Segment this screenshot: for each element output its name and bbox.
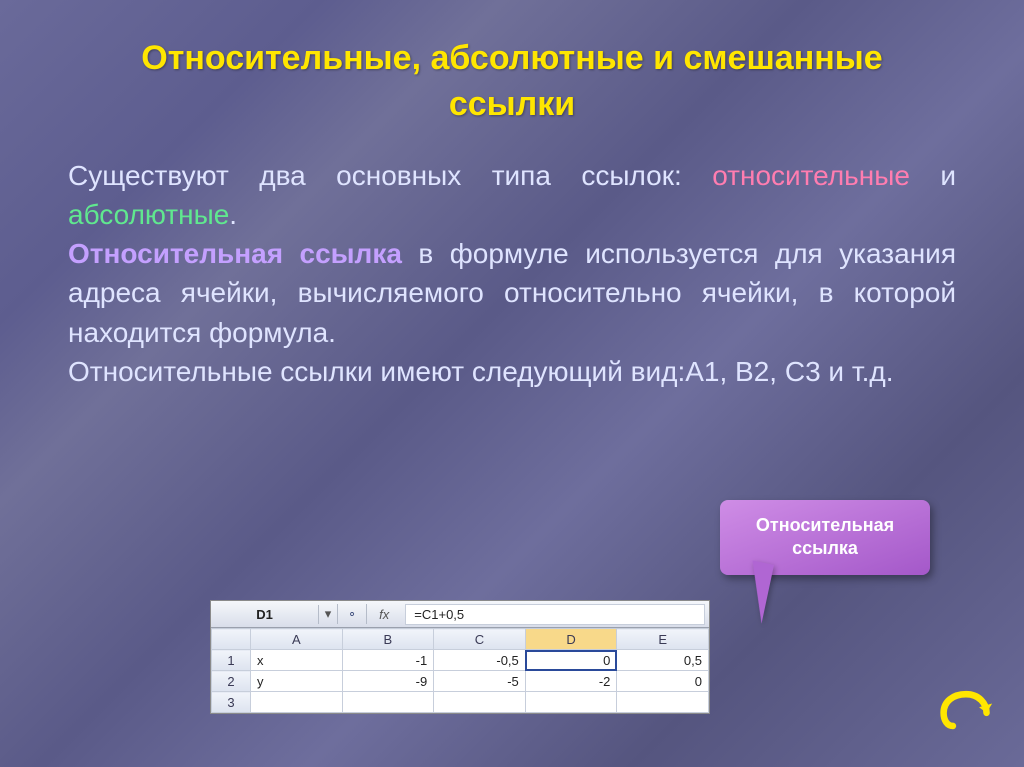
title-line-2: ссылки [449,85,575,123]
cell[interactable]: 0,5 [617,650,709,671]
cell[interactable]: -2 [525,671,617,692]
col-header-B[interactable]: B [342,629,434,650]
row-header[interactable]: 1 [212,650,251,671]
p1-mid: и [910,160,956,191]
col-header-A[interactable]: A [251,629,343,650]
p1-absolute: абсолютные [68,199,229,230]
cell[interactable]: -9 [342,671,434,692]
title-line-1: Относительные, абсолютные и смешанные [141,39,882,77]
cell[interactable]: -5 [434,671,526,692]
formula-bar: D1 ▾ ∘ fx =C1+0,5 [211,601,709,628]
callout-line-1: Относительная [756,515,894,535]
col-header-C[interactable]: C [434,629,526,650]
table-row: 2y-9-5-20 [212,671,709,692]
cell[interactable] [525,692,617,713]
col-header-E[interactable]: E [617,629,709,650]
slide: Относительные, абсолютные и смешанные сс… [0,0,1024,767]
spreadsheet-grid[interactable]: ABCDE 1x-1-0,500,52y-9-5-203 [211,628,709,713]
column-header-row: ABCDE [212,629,709,650]
p1-end: . [229,199,237,230]
row-header[interactable]: 3 [212,692,251,713]
cell[interactable] [617,692,709,713]
cell[interactable] [342,692,434,713]
fx-icon[interactable]: ∘ [338,604,367,624]
cell[interactable]: -1 [342,650,434,671]
row-header[interactable]: 2 [212,671,251,692]
cell[interactable]: 0 [525,650,617,671]
col-header-D[interactable]: D [525,629,617,650]
table-row: 1x-1-0,500,5 [212,650,709,671]
cell[interactable] [434,692,526,713]
slide-title: Относительные, абсолютные и смешанные сс… [68,36,956,128]
cell[interactable] [251,692,343,713]
cell[interactable]: 0 [617,671,709,692]
p1-a: Существуют два основных типа ссылок: [68,160,712,191]
table-row: 3 [212,692,709,713]
p1-relative: относительные [712,160,910,191]
callout-line-2: ссылка [792,538,858,558]
body-text: Существуют два основных типа ссылок: отн… [68,156,956,391]
cell[interactable]: x [251,650,343,671]
u-turn-arrow-icon [938,683,994,739]
corner-cell[interactable] [212,629,251,650]
formula-input[interactable]: =C1+0,5 [405,604,705,625]
name-box[interactable]: D1 [211,605,319,624]
p3: Относительные ссылки имеют следующий вид… [68,352,956,391]
excel-screenshot: D1 ▾ ∘ fx =C1+0,5 ABCDE 1x-1-0,500,52y-9… [210,600,710,714]
name-box-dropdown-icon[interactable]: ▾ [319,604,338,624]
callout: Относительная ссылка [720,500,930,575]
fx-label[interactable]: fx [367,605,401,624]
cell[interactable]: -0,5 [434,650,526,671]
cell[interactable]: y [251,671,343,692]
p2-head: Относительная ссылка [68,238,402,269]
next-slide-button[interactable] [938,683,994,739]
